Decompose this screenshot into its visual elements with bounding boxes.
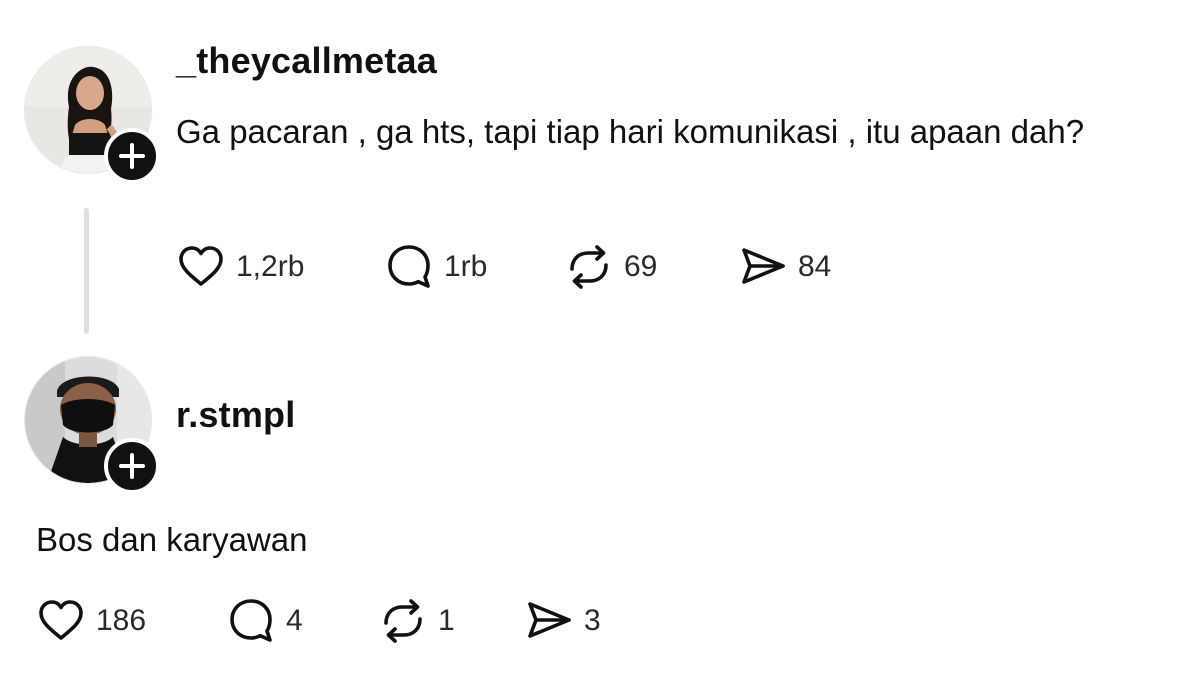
- reply-count: 1rb: [444, 250, 488, 283]
- share-button[interactable]: 84: [738, 242, 831, 292]
- share-count: 3: [584, 604, 601, 637]
- repost-button[interactable]: 1: [378, 596, 455, 646]
- post-text: Ga pacaran , ga hts, tapi tiap hari komu…: [176, 113, 1085, 150]
- like-button[interactable]: 186: [36, 596, 146, 646]
- username[interactable]: _theycallmetaa: [176, 40, 437, 82]
- plus-icon: [119, 143, 145, 169]
- like-button[interactable]: 1,2rb: [176, 242, 304, 292]
- repost-count: 1: [438, 604, 455, 637]
- like-count: 1,2rb: [236, 250, 305, 283]
- post-actions: 1,2rb 1rb 69 84: [176, 242, 876, 292]
- speech-bubble-icon: [388, 245, 430, 288]
- thread-line: [84, 208, 89, 334]
- like-count: 186: [96, 604, 147, 637]
- plus-icon: [119, 453, 145, 479]
- reply-count: 4: [286, 604, 303, 637]
- paper-plane-icon: [528, 602, 571, 638]
- speech-bubble-icon: [230, 599, 272, 642]
- follow-button[interactable]: [104, 438, 160, 494]
- follow-button[interactable]: [104, 128, 160, 184]
- heart-icon: [39, 600, 83, 640]
- reply-button[interactable]: 4: [226, 596, 303, 646]
- share-button[interactable]: 3: [524, 596, 601, 646]
- repost-arrows-icon: [384, 599, 422, 643]
- repost-count: 69: [624, 250, 658, 283]
- post-actions: 186 4 1 3: [36, 596, 656, 646]
- heart-icon: [179, 246, 223, 286]
- share-count: 84: [798, 250, 832, 283]
- repost-arrows-icon: [570, 245, 608, 289]
- username[interactable]: r.stmpl: [176, 394, 295, 436]
- reply-button[interactable]: 1rb: [384, 242, 487, 292]
- paper-plane-icon: [742, 248, 785, 284]
- repost-button[interactable]: 69: [564, 242, 657, 292]
- post-text: Bos dan karyawan: [36, 521, 308, 558]
